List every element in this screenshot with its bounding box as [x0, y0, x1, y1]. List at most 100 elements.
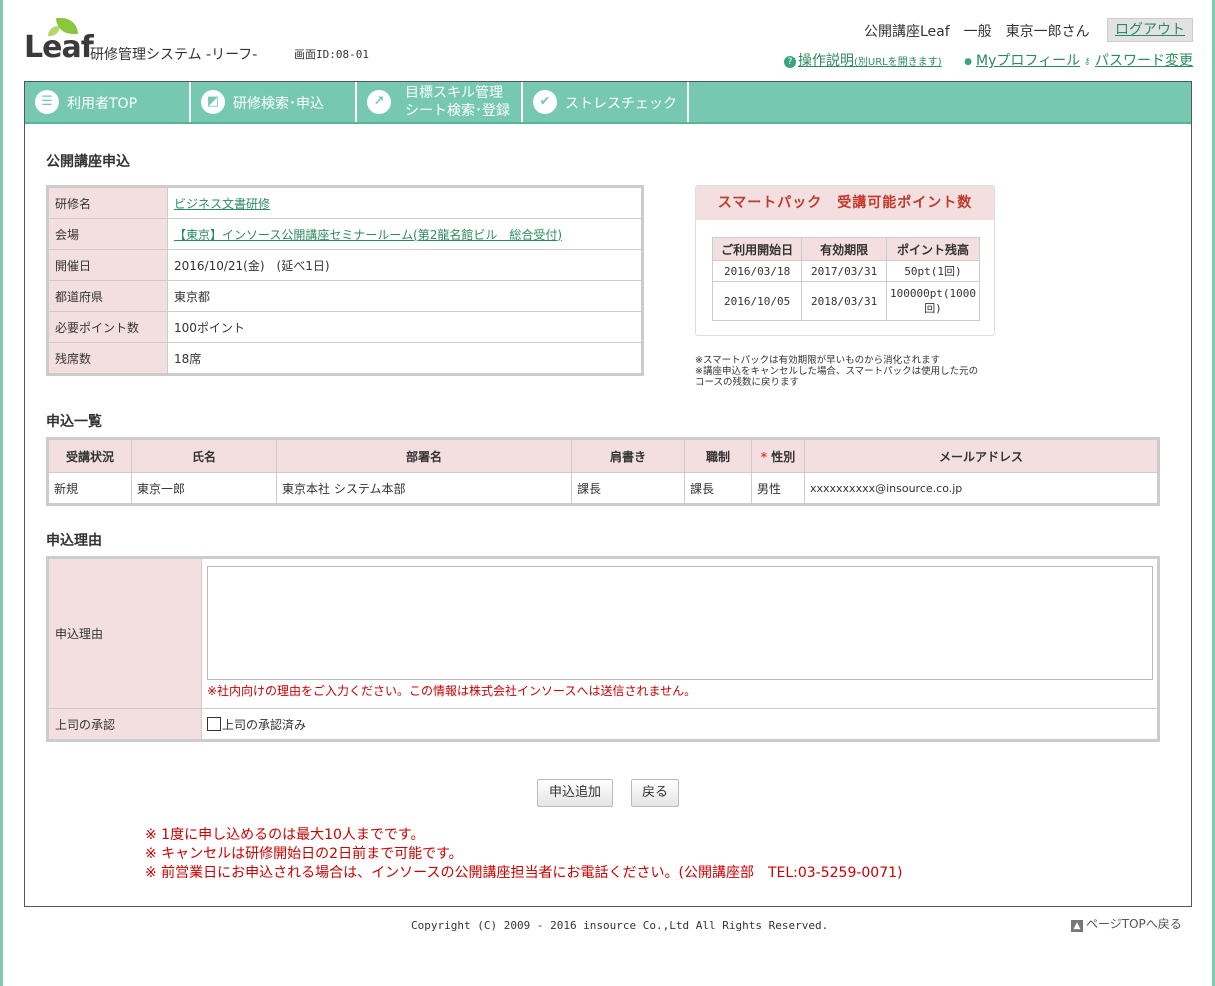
course-value: 100ポイント: [167, 311, 643, 343]
profile-link-label: Myプロフィール: [976, 53, 1081, 69]
reason-textarea[interactable]: [207, 566, 1153, 680]
add-application-button[interactable]: 申込追加: [537, 779, 613, 807]
logo-text: Leaf: [24, 30, 94, 65]
password-link[interactable]: ⚷ パスワード変更: [1081, 50, 1193, 70]
course-label: 都道府県: [47, 280, 168, 312]
nav-tab-label-line1: 目標スキル管理: [405, 85, 503, 101]
smart-pack-note: ※スマートパックは有効期限が早いものから消化されます: [695, 355, 941, 366]
page-top-label: ページTOPへ戻る: [1086, 917, 1182, 931]
chart-icon: ↗: [367, 90, 391, 114]
course-row: 残席数 18席: [47, 342, 643, 375]
course-row: 必要ポイント数 100ポイント: [47, 311, 643, 343]
reason-note: ※社内向けの理由をご入力ください。この情報は株式会社インソースへは送信されません…: [207, 684, 697, 698]
approval-label: 上司の承認: [47, 708, 202, 741]
help-link-note: (別URLを開きます): [854, 57, 942, 68]
profile-link[interactable]: ● Myプロフィール: [962, 50, 1080, 70]
applicants-section-title: 申込一覧: [46, 414, 102, 430]
smart-pack-table: ご利用開始日 有効期限 ポイント残高 2016/03/18 2017/03/31…: [711, 237, 980, 321]
smart-pack-header: ポイント残高: [886, 237, 980, 261]
course-name-link[interactable]: ビジネス文書研修: [174, 197, 270, 211]
applicants-header: 氏名: [131, 438, 277, 473]
nav-tab-label: ストレスチェック: [565, 96, 677, 112]
leaf-logo: Leaf: [24, 18, 96, 65]
table-cell: xxxxxxxxxx@insource.co.jp: [804, 472, 1159, 505]
applicants-header: 肩書き: [571, 438, 685, 473]
note-line: ※ 前営業日にお申込される場合は、インソースの公開講座担当者にお電話ください。(…: [145, 865, 903, 881]
nav-tab-course-search[interactable]: ◩ 研修検索･申込: [191, 82, 357, 122]
nav-bar: ☰ 利用者TOP ◩ 研修検索･申込 ↗ 目標スキル管理 シート検索･登録 ✔ ス…: [25, 82, 1191, 124]
course-value: 18席: [167, 342, 643, 375]
table-cell: 新規: [47, 472, 132, 505]
system-name: 研修管理システム -リーフ-: [90, 47, 258, 63]
course-info-table: 研修名 ビジネス文書研修 会場 【東京】インソース公開講座セミナールーム(第2龍名館…: [46, 185, 644, 376]
key-icon: ⚷: [1083, 57, 1091, 67]
approval-checkbox-label[interactable]: 上司の承認済み: [222, 718, 306, 732]
smart-pack-row: 2016/03/18 2017/03/31 50pt(1回): [711, 260, 980, 282]
smart-pack-header: 有効期限: [801, 237, 887, 261]
smart-pack-cell: 2017/03/31: [801, 260, 887, 282]
reason-section-title: 申込理由: [46, 533, 102, 549]
nav-tab-label: 利用者TOP: [67, 96, 138, 112]
main-frame: ☰ 利用者TOP ◩ 研修検索･申込 ↗ 目標スキル管理 シート検索･登録 ✔ ス…: [24, 81, 1192, 907]
applicants-header: メールアドレス: [804, 438, 1159, 473]
approval-checkbox[interactable]: [207, 716, 221, 731]
course-section-title: 公開講座申込: [46, 154, 130, 170]
nav-tab-stress-check[interactable]: ✔ ストレスチェック: [523, 82, 689, 122]
reason-table: 申込理由 ※社内向けの理由をご入力ください。この情報は株式会社インソースへは送信…: [46, 556, 1160, 742]
course-label: 会場: [47, 218, 168, 250]
gender-header: * 性別: [751, 438, 805, 473]
help-link-label: 操作説明: [798, 53, 854, 69]
page-top-link[interactable]: ▲ ページTOPへ戻る: [1071, 915, 1182, 932]
check-icon: ✔: [533, 90, 557, 114]
course-row: 都道府県 東京都: [47, 280, 643, 312]
course-label: 研修名: [47, 186, 168, 219]
smart-pack-panel: スマートパック 受講可能ポイント数 ご利用開始日 有効期限 ポイント残高 201…: [695, 185, 995, 336]
smart-pack-cell: 50pt(1回): [886, 260, 980, 282]
table-cell: 課長: [571, 472, 685, 505]
venue-link[interactable]: 【東京】インソース公開講座セミナールーム(第2龍名館ビル 総合受付): [174, 228, 562, 242]
note-line: ※ キャンセルは研修開始日の2日前まで可能です。: [145, 846, 463, 862]
course-value: 2016/10/21(金) (延べ1日): [167, 249, 643, 281]
back-button[interactable]: 戻る: [631, 779, 679, 807]
user-info: 公開講座Leaf 一般 東京一郎さん: [864, 24, 1090, 40]
screen-id: 画面ID:08-01: [294, 48, 369, 61]
course-label: 開催日: [47, 249, 168, 281]
course-row: 会場 【東京】インソース公開講座セミナールーム(第2龍名館ビル 総合受付): [47, 218, 643, 250]
smart-pack-cell: 2016/03/18: [711, 260, 803, 282]
table-cell: 男性: [751, 472, 805, 505]
smart-pack-notes: ※スマートパックは有効期限が早いものから消化されます ※講座申込をキャンセルした…: [695, 355, 985, 388]
smart-pack-title: スマートパック 受講可能ポイント数: [696, 186, 994, 220]
password-link-label: パスワード変更: [1095, 53, 1193, 69]
course-value: 東京都: [167, 280, 643, 312]
logout-button[interactable]: ログアウト: [1107, 18, 1193, 42]
applicants-header: 職制: [684, 438, 752, 473]
arrow-up-icon: ▲: [1071, 920, 1083, 932]
nav-tab-label: 研修検索･申込: [233, 96, 324, 112]
course-row: 研修名 ビジネス文書研修: [47, 186, 643, 219]
table-row: 新規 東京一郎 東京本社 システム本部 課長 課長 男性 xxxxxxxxxx@…: [47, 472, 1159, 505]
smart-pack-note: ※講座申込をキャンセルした場合、スマートパックは使用した元のコースの残数に戻りま…: [695, 366, 979, 388]
question-icon: ?: [784, 56, 796, 68]
table-cell: 東京一郎: [131, 472, 277, 505]
smart-pack-cell: 2018/03/31: [801, 281, 887, 321]
applicants-header: 受講状況: [47, 438, 132, 473]
smart-pack-row: 2016/10/05 2018/03/31 100000pt(1000回): [711, 281, 980, 321]
smart-pack-cell: 2016/10/05: [711, 281, 803, 321]
nav-tab-skill-sheet[interactable]: ↗ 目標スキル管理 シート検索･登録: [357, 82, 523, 122]
nav-tab-user-top[interactable]: ☰ 利用者TOP: [25, 82, 191, 122]
applicants-header: 性別: [771, 449, 796, 464]
required-mark: *: [760, 449, 768, 464]
help-link[interactable]: ? 操作説明(別URLを開きます): [784, 50, 942, 70]
copyright: Copyright (C) 2009 - 2016 insource Co.,L…: [411, 919, 829, 932]
nav-tab-label: 目標スキル管理 シート検索･登録: [405, 84, 510, 120]
reason-label: 申込理由: [47, 557, 202, 709]
list-icon: ☰: [35, 90, 59, 114]
smart-pack-cell: 100000pt(1000回): [886, 281, 980, 321]
course-row: 開催日 2016/10/21(金) (延べ1日): [47, 249, 643, 281]
course-label: 必要ポイント数: [47, 311, 168, 343]
person-icon: ●: [964, 57, 972, 67]
notes: ※ 1度に申し込めるのは最大10人までです。 ※ キャンセルは研修開始日の2日前…: [145, 826, 903, 883]
course-label: 残席数: [47, 342, 168, 375]
smart-pack-header: ご利用開始日: [711, 237, 803, 261]
table-cell: 東京本社 システム本部: [276, 472, 572, 505]
